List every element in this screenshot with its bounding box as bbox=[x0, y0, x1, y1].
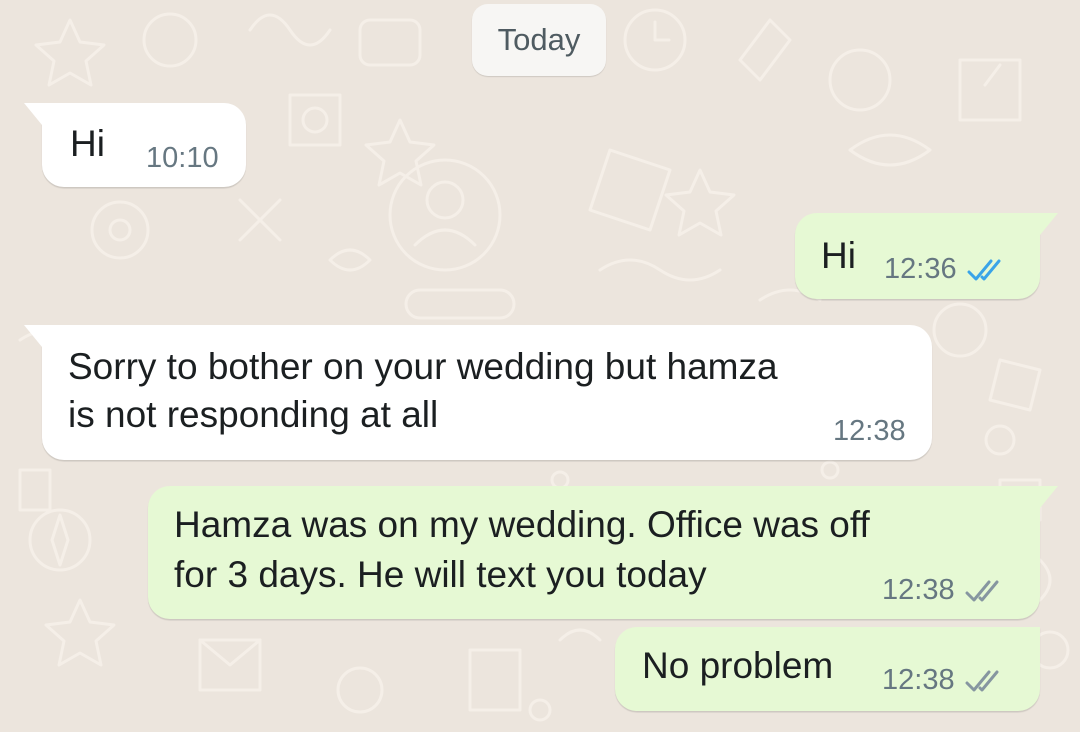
bubble-tail bbox=[24, 103, 42, 125]
bubble-tail bbox=[1040, 213, 1058, 235]
message-time: 12:38 bbox=[882, 574, 955, 606]
outgoing-message[interactable]: Hamza was on my wedding. Office was off … bbox=[148, 486, 1058, 619]
message-time: 12:36 bbox=[884, 253, 957, 285]
outgoing-message[interactable]: No problem 12:38 bbox=[615, 627, 1040, 711]
date-divider-label: Today bbox=[497, 22, 581, 57]
incoming-message[interactable]: Hi 10:10 bbox=[24, 103, 246, 187]
message-meta: 12:36 bbox=[884, 253, 1009, 286]
message-text-line: is not responding at all bbox=[68, 394, 439, 435]
double-check-blue-icon bbox=[967, 258, 1009, 282]
outgoing-message[interactable]: Hi 12:36 bbox=[795, 213, 1058, 299]
date-divider: Today bbox=[472, 4, 606, 76]
double-check-gray-icon bbox=[965, 579, 1007, 603]
incoming-message[interactable]: Sorry to bother on your wedding but hamz… bbox=[24, 325, 932, 460]
message-meta: 12:38 bbox=[882, 574, 1007, 607]
message-text-line: Sorry to bother on your wedding but hamz… bbox=[68, 346, 778, 387]
bubble-tail bbox=[24, 325, 42, 347]
message-time: 12:38 bbox=[833, 415, 906, 447]
message-text: Hi bbox=[821, 235, 856, 276]
bubble-tail bbox=[1040, 486, 1058, 508]
message-time: 10:10 bbox=[146, 142, 219, 174]
message-meta: 12:38 bbox=[882, 664, 1007, 697]
message-meta: 10:10 bbox=[146, 142, 219, 175]
double-check-gray-icon bbox=[965, 669, 1007, 693]
message-meta: 12:38 bbox=[833, 415, 906, 448]
message-text: No problem bbox=[642, 645, 834, 686]
message-text-line: for 3 days. He will text you today bbox=[174, 554, 707, 595]
message-text-line: Hamza was on my wedding. Office was off bbox=[174, 504, 870, 545]
message-time: 12:38 bbox=[882, 664, 955, 696]
message-text: Hi bbox=[70, 123, 105, 164]
